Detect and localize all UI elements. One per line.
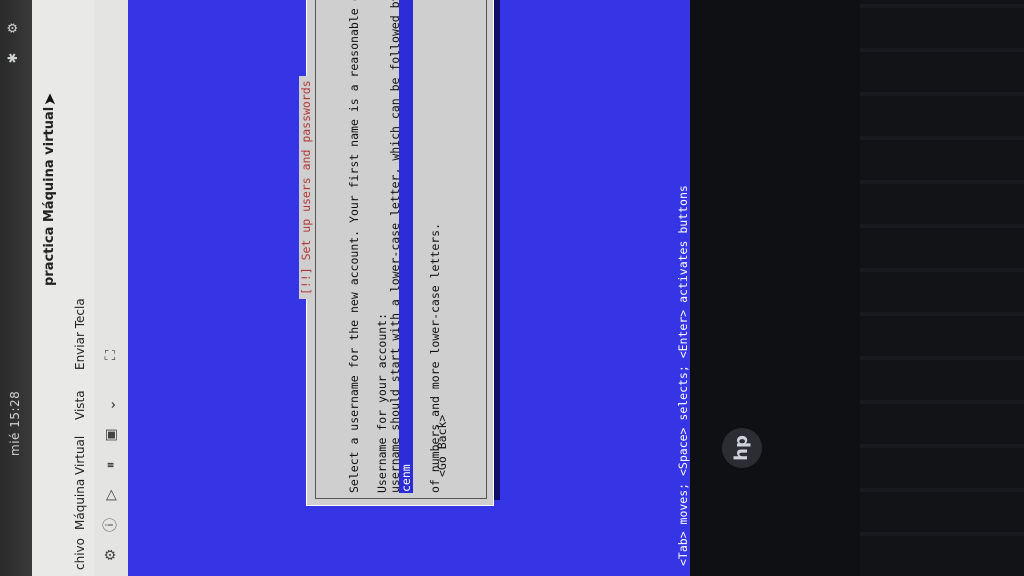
photo-stage: mié 15:28 ✱ ⚙ practica Máquina virtual ➤… [0,0,1024,576]
setup-users-dialog: [!!] Set up users and passwords Select a… [299,0,494,506]
toggle-view-icon[interactable]: ⛶ [100,344,122,366]
chevron-down-icon[interactable]: ⌄ [100,394,122,416]
info-icon[interactable]: ⓘ [100,514,122,536]
settings-gear-icon[interactable]: ⚙ [100,544,122,566]
vbox-menubar: chivo Máquina Virtual Vista Enviar Tecla [68,0,94,576]
hp-logo: hp [722,428,762,468]
username-value: cenm [399,464,413,492]
dialog-text-line: Select a username for the new account. Y… [347,0,361,493]
vm-screen: mié 15:28 ✱ ⚙ practica Máquina virtual ➤… [0,0,700,576]
vbox-toolbar: ⚙ ⓘ ▷ ⏸ ▣ ⌄ ⛶ [94,0,129,576]
go-back-button[interactable]: <Go Back> [435,415,449,477]
view-icon[interactable]: ▣ [100,424,122,446]
laptop-keyboard [860,0,1024,576]
menu-archivo[interactable]: chivo [73,538,87,570]
play-icon[interactable]: ▷ [100,484,122,506]
pause-icon[interactable]: ⏸ [100,454,122,476]
settings-icon[interactable]: ⚙ [6,20,22,36]
pointer-icon: ➤ [40,92,59,106]
menu-vista[interactable]: Vista [73,390,87,420]
clock: mié 15:28 [8,390,22,456]
bluetooth-icon[interactable]: ✱ [6,50,22,66]
username-input[interactable]: cenm [399,0,413,493]
dialog-title: [!!] Set up users and passwords [299,76,313,299]
menu-maquina-virtual[interactable]: Máquina Virtual [73,436,87,530]
debian-installer: [!!] Set up users and passwords Select a… [128,0,700,576]
field-label: Username for your account: [375,312,389,493]
menu-enviar-tecla[interactable]: Enviar Tecla [73,298,87,370]
gnome-top-bar: mié 15:28 ✱ ⚙ [0,0,32,576]
installer-status-line: <Tab> moves; <Space> selects; <Enter> ac… [676,185,690,566]
window-title: practica Máquina virtual [42,106,57,286]
vbox-titlebar: practica Máquina virtual ➤ [32,0,69,576]
